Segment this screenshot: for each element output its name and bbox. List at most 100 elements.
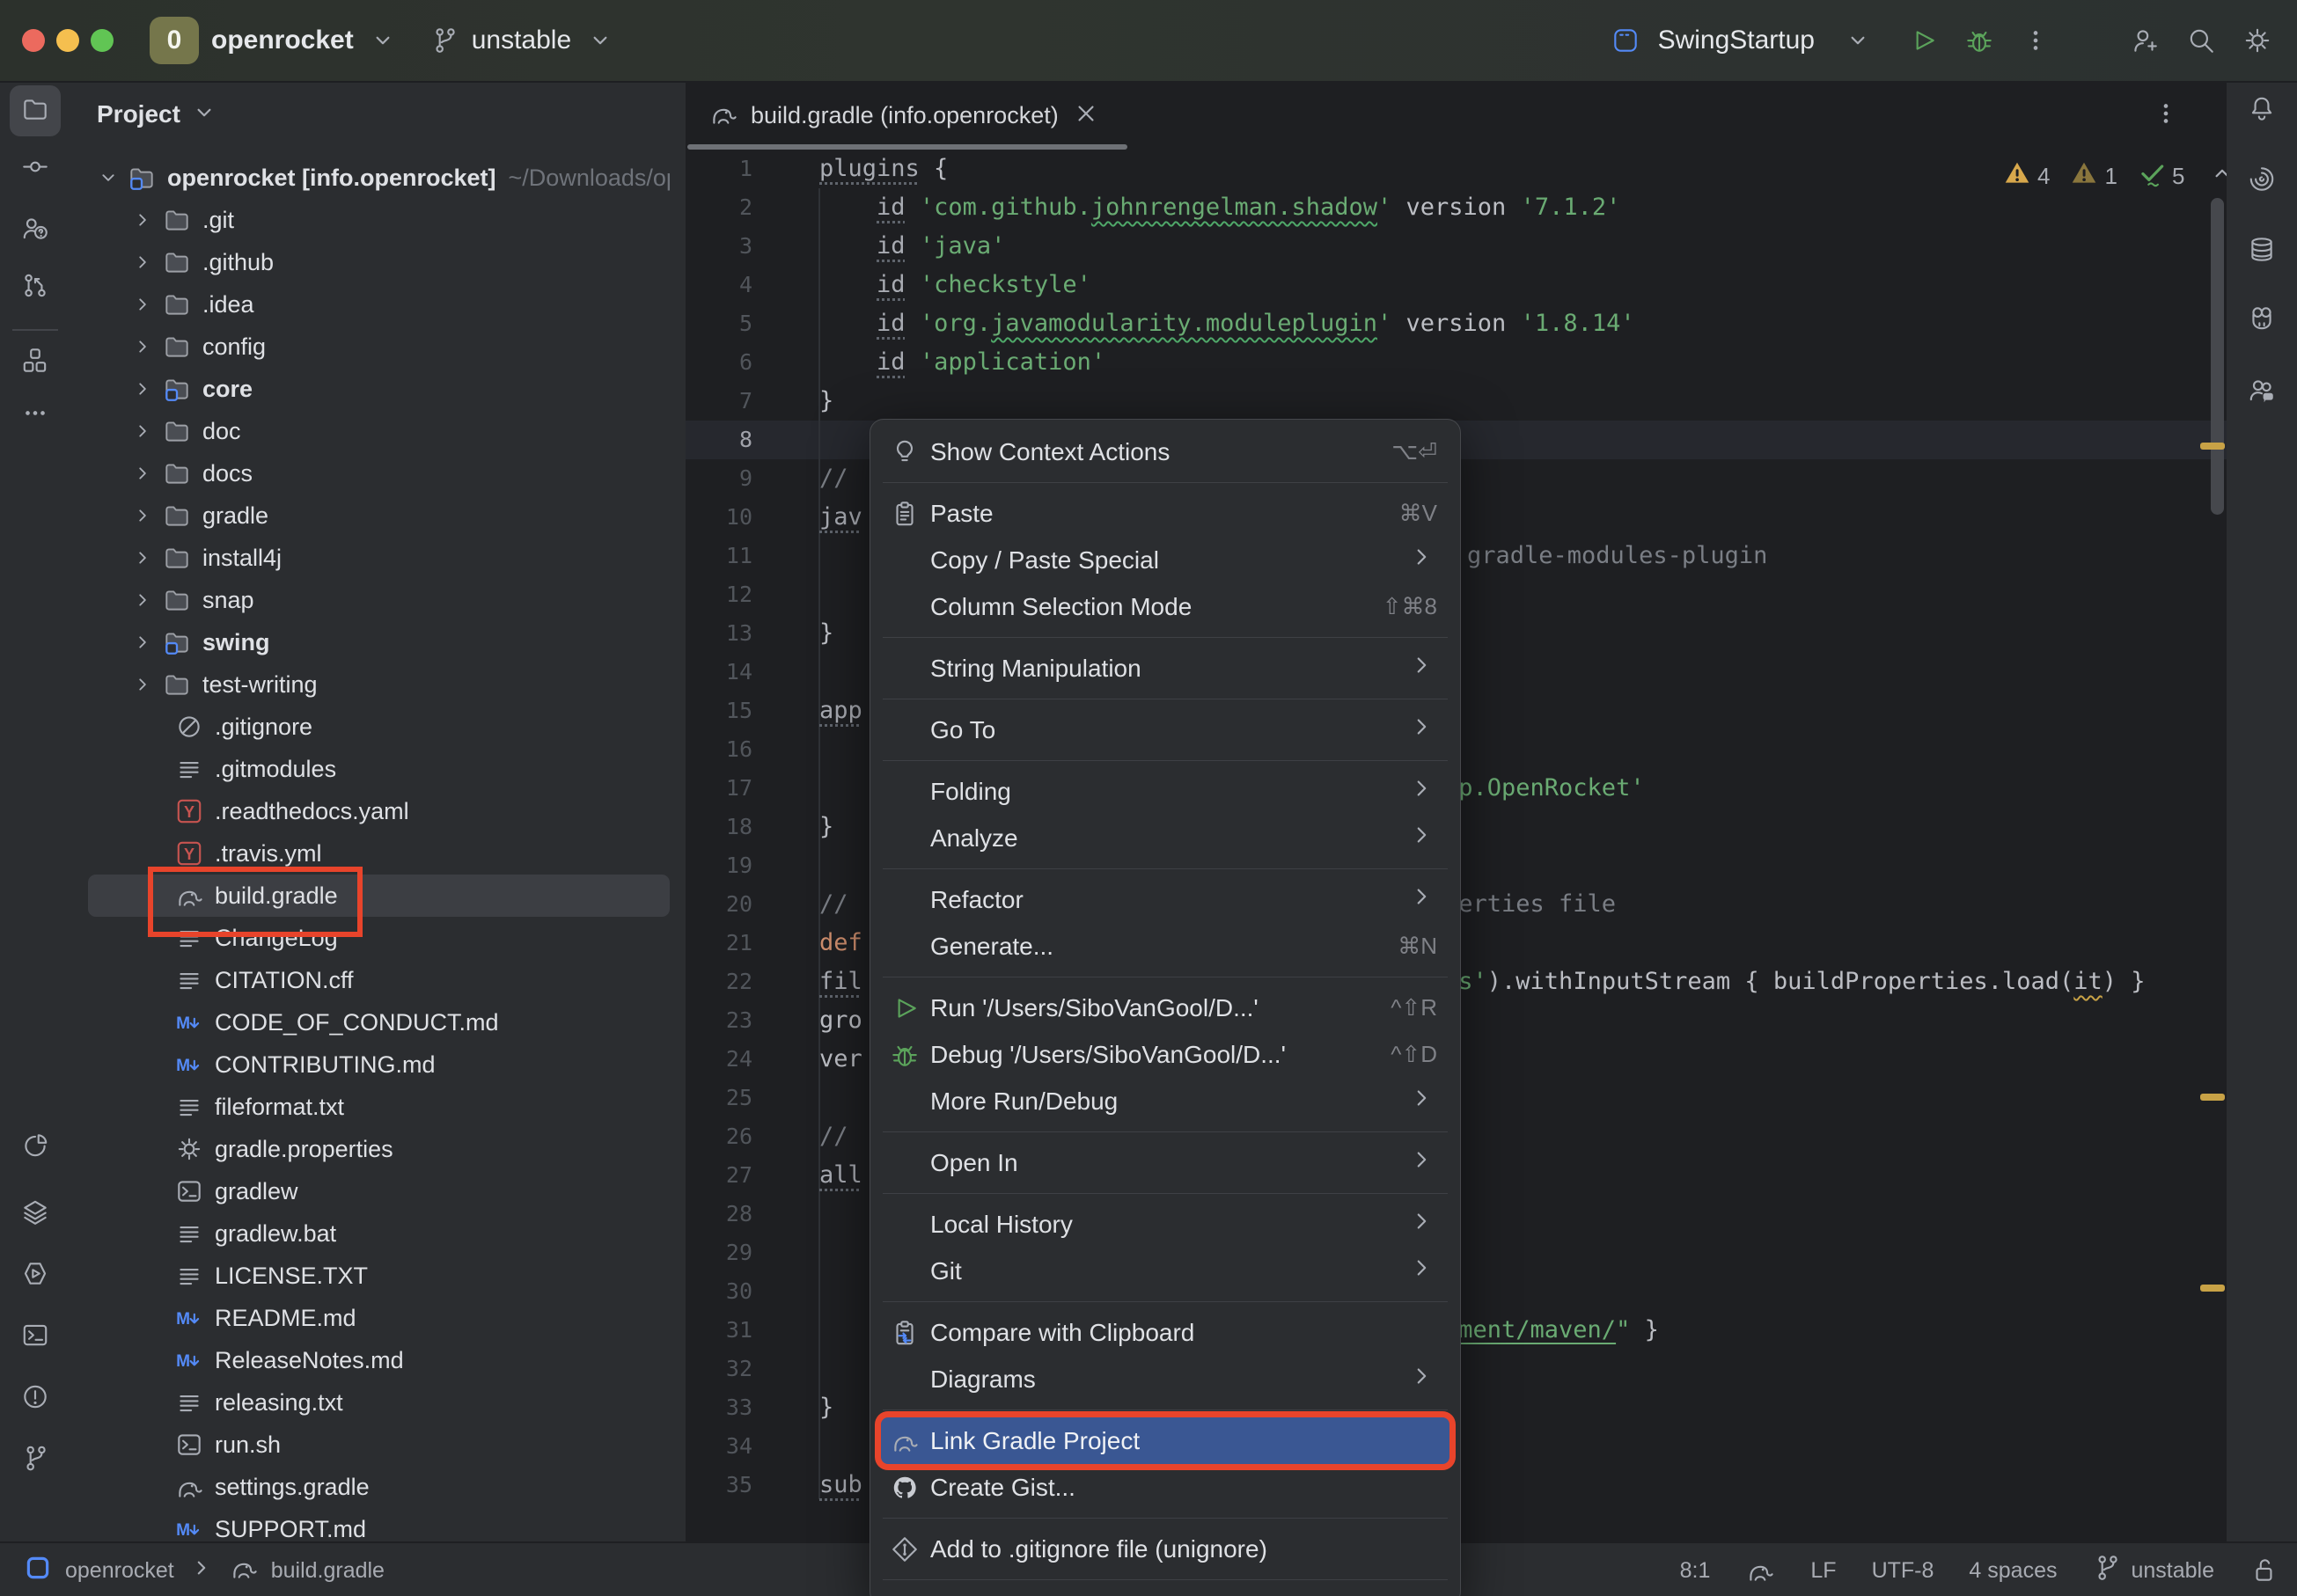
menu-item-generate[interactable]: Generate...⌘N bbox=[881, 923, 1449, 970]
project-badge[interactable]: 0 bbox=[150, 17, 199, 64]
tree-item-settings.gradle[interactable]: settings.gradle bbox=[88, 1466, 670, 1508]
tree-item-snap[interactable]: snap bbox=[88, 579, 670, 621]
tree-item-releasenotes.md[interactable]: MReleaseNotes.md bbox=[88, 1339, 670, 1381]
tree-item-.github[interactable]: .github bbox=[88, 241, 670, 283]
chevron-right-icon[interactable] bbox=[130, 374, 157, 404]
line-number-31[interactable]: 31 bbox=[691, 1311, 752, 1350]
tree-item-doc[interactable]: doc bbox=[88, 410, 670, 452]
line-number-23[interactable]: 23 bbox=[691, 1001, 752, 1040]
minimize-window-button[interactable] bbox=[56, 29, 79, 52]
vcs-update-tool-button[interactable] bbox=[20, 271, 50, 305]
menu-item-add-to-gitignore-file-unignore[interactable]: Add to .gitignore file (unignore) bbox=[881, 1526, 1449, 1572]
chevron-down-icon[interactable] bbox=[95, 163, 121, 193]
chevron-right-icon[interactable] bbox=[130, 247, 157, 277]
branch-switcher[interactable]: unstable bbox=[472, 26, 571, 55]
pull-requests-tool-button[interactable] bbox=[20, 214, 50, 248]
tree-item-.readthedocs.yaml[interactable]: Y.readthedocs.yaml bbox=[88, 790, 670, 832]
chevron-right-icon[interactable] bbox=[130, 627, 157, 657]
tree-item-gradle[interactable]: gradle bbox=[88, 494, 670, 537]
maximize-window-button[interactable] bbox=[91, 29, 114, 52]
menu-item-git[interactable]: Git bbox=[881, 1248, 1449, 1294]
branch-widget[interactable]: unstable bbox=[2092, 1553, 2214, 1589]
version-control-tool-button[interactable] bbox=[20, 1444, 50, 1478]
line-number-19[interactable]: 19 bbox=[691, 846, 752, 885]
menu-item-open-in[interactable]: Open In bbox=[881, 1139, 1449, 1186]
tree-item-docs[interactable]: docs bbox=[88, 452, 670, 494]
settings-button[interactable] bbox=[2242, 26, 2272, 55]
line-number-5[interactable]: 5 bbox=[691, 304, 752, 343]
tree-item-citation.cff[interactable]: CITATION.cff bbox=[88, 959, 670, 1001]
line-number-8[interactable]: 8 bbox=[691, 421, 752, 459]
chevron-right-icon[interactable] bbox=[130, 670, 157, 699]
tree-item-test-writing[interactable]: test-writing bbox=[88, 663, 670, 706]
tree-item-.idea[interactable]: .idea bbox=[88, 283, 670, 326]
search-everywhere-button[interactable] bbox=[2186, 26, 2216, 55]
line-number-35[interactable]: 35 bbox=[691, 1466, 752, 1504]
tree-item-readme.md[interactable]: MREADME.md bbox=[88, 1297, 670, 1339]
database-tool-button[interactable] bbox=[2247, 235, 2277, 269]
chevron-right-icon[interactable] bbox=[130, 289, 157, 319]
chevron-right-icon[interactable] bbox=[130, 501, 157, 531]
chevron-right-icon[interactable] bbox=[130, 585, 157, 615]
menu-item-string-manipulation[interactable]: String Manipulation bbox=[881, 645, 1449, 692]
stripe-warning-mark[interactable] bbox=[2200, 443, 2225, 450]
line-number-27[interactable]: 27 bbox=[691, 1156, 752, 1195]
line-number-24[interactable]: 24 bbox=[691, 1040, 752, 1079]
line-number-17[interactable]: 17 bbox=[691, 769, 752, 808]
tree-item-install4j[interactable]: install4j bbox=[88, 537, 670, 579]
tree-item-releasing.txt[interactable]: releasing.txt bbox=[88, 1381, 670, 1424]
project-tool-button[interactable] bbox=[10, 85, 61, 136]
tab-options-button[interactable] bbox=[2151, 99, 2181, 133]
commit-tool-button[interactable] bbox=[20, 152, 50, 187]
breadcrumb-project[interactable]: openrocket bbox=[65, 1558, 174, 1584]
encoding-selector[interactable]: UTF-8 bbox=[1872, 1558, 1934, 1584]
structure-tool-button[interactable] bbox=[20, 346, 50, 380]
menu-item-create-gist[interactable]: Create Gist... bbox=[881, 1464, 1449, 1511]
more-tools-button[interactable] bbox=[20, 399, 50, 433]
run-config-selector[interactable]: SwingStartup bbox=[1658, 26, 1815, 55]
line-number-32[interactable]: 32 bbox=[691, 1350, 752, 1388]
ai-assistant-tool-button[interactable] bbox=[2247, 165, 2277, 199]
readonly-toggle[interactable] bbox=[2249, 1556, 2279, 1585]
line-number-25[interactable]: 25 bbox=[691, 1079, 752, 1117]
line-number-4[interactable]: 4 bbox=[691, 266, 752, 304]
line-number-14[interactable]: 14 bbox=[691, 653, 752, 692]
chevron-right-icon[interactable] bbox=[130, 205, 157, 235]
menu-item-paste[interactable]: Paste⌘V bbox=[881, 490, 1449, 537]
line-number-15[interactable]: 15 bbox=[691, 692, 752, 730]
problems-tool-button[interactable] bbox=[20, 1382, 50, 1417]
tree-item-run.sh[interactable]: run.sh bbox=[88, 1424, 670, 1466]
stripe-warning-mark[interactable] bbox=[2200, 1094, 2225, 1101]
close-tab-icon[interactable] bbox=[1071, 99, 1101, 133]
menu-item-diagrams[interactable]: Diagrams bbox=[881, 1356, 1449, 1402]
menu-item-analyze[interactable]: Analyze bbox=[881, 815, 1449, 861]
caret-position[interactable]: 8:1 bbox=[1680, 1558, 1711, 1584]
chevron-right-icon[interactable] bbox=[130, 416, 157, 446]
tree-item-gradle.properties[interactable]: gradle.properties bbox=[88, 1128, 670, 1170]
line-number-1[interactable]: 1 bbox=[691, 150, 752, 188]
debug-button[interactable] bbox=[1964, 26, 1994, 55]
close-window-button[interactable] bbox=[22, 29, 45, 52]
tree-item-.git[interactable]: .git bbox=[88, 199, 670, 241]
line-number-29[interactable]: 29 bbox=[691, 1234, 752, 1272]
menu-item-debug-users-sibovangool-d[interactable]: Debug '/Users/SiboVanGool/D...'^⇧D bbox=[881, 1031, 1449, 1078]
tree-item-gradlew.bat[interactable]: gradlew.bat bbox=[88, 1212, 670, 1255]
line-number-33[interactable]: 33 bbox=[691, 1388, 752, 1427]
menu-item-show-context-actions[interactable]: Show Context Actions⌥⏎ bbox=[881, 428, 1449, 475]
tree-item-license.txt[interactable]: LICENSE.TXT bbox=[88, 1255, 670, 1297]
line-number-9[interactable]: 9 bbox=[691, 459, 752, 498]
line-number-21[interactable]: 21 bbox=[691, 924, 752, 963]
tree-item-contributing.md[interactable]: MCONTRIBUTING.md bbox=[88, 1043, 670, 1086]
line-number-3[interactable]: 3 bbox=[691, 227, 752, 266]
line-number-18[interactable]: 18 bbox=[691, 808, 752, 846]
menu-item-refactor[interactable]: Refactor bbox=[881, 876, 1449, 923]
menu-item-go-to[interactable]: Go To bbox=[881, 706, 1449, 753]
line-number-16[interactable]: 16 bbox=[691, 730, 752, 769]
project-panel-title[interactable]: Project bbox=[97, 100, 180, 128]
tree-item-core[interactable]: core bbox=[88, 368, 670, 410]
tree-item-gradlew[interactable]: gradlew bbox=[88, 1170, 670, 1212]
breadcrumb-file[interactable]: build.gradle bbox=[271, 1558, 385, 1584]
project-switcher[interactable]: openrocket bbox=[211, 26, 354, 55]
menu-item-copy-paste-special[interactable]: Copy / Paste Special bbox=[881, 537, 1449, 583]
line-number-7[interactable]: 7 bbox=[691, 382, 752, 421]
